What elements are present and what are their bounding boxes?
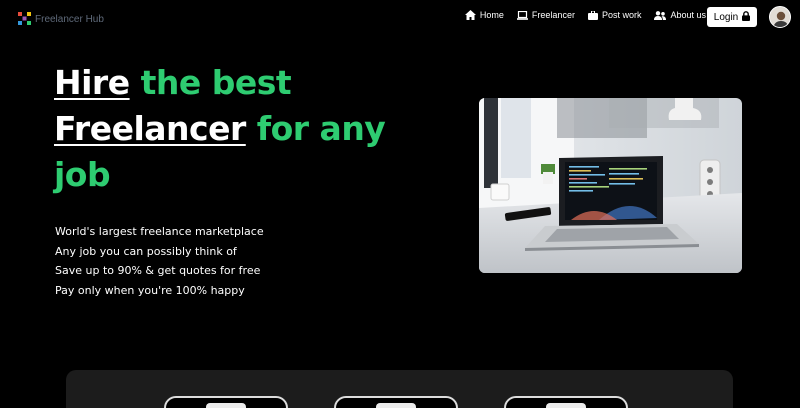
nav-post-work[interactable]: Post work	[587, 10, 642, 20]
laptop-icon	[516, 10, 528, 20]
nav-links: Home Freelancer Post work About us	[464, 10, 706, 20]
hero-title: Hire the best Freelancer for any job	[54, 60, 434, 198]
hero-title-text-1: the best	[129, 63, 292, 102]
card-image-placeholder	[206, 403, 246, 408]
lock-icon	[742, 10, 751, 24]
feature-card[interactable]	[164, 396, 288, 408]
users-icon	[654, 10, 667, 20]
card-image-placeholder	[546, 403, 586, 408]
nav-about-us[interactable]: About us	[654, 10, 706, 20]
login-button-label: Login	[713, 11, 739, 23]
nav-home[interactable]: Home	[464, 10, 504, 20]
login-button[interactable]: Login	[707, 7, 757, 27]
navbar: Freelancer Hub Home Freelancer Post work…	[0, 0, 800, 36]
nav-freelancer-label: Freelancer	[531, 10, 575, 20]
brand[interactable]: Freelancer Hub	[18, 10, 104, 29]
card-image-placeholder	[376, 403, 416, 408]
featured-section	[66, 370, 733, 408]
hero-benefit-line: Pay only when you're 100% happy	[55, 283, 245, 297]
brand-name: Freelancer Hub	[35, 14, 104, 25]
nav-post-work-label: Post work	[601, 10, 642, 20]
nav-home-label: Home	[479, 10, 504, 20]
hero-title-word-freelancer: Freelancer	[54, 109, 246, 148]
nav-freelancer[interactable]: Freelancer	[516, 10, 575, 20]
feature-card[interactable]	[504, 396, 628, 408]
home-icon	[464, 10, 476, 20]
hero-laptop-image	[479, 98, 742, 273]
hero-benefits: World's largest freelance marketplace An…	[55, 222, 315, 300]
nav-about-us-label: About us	[670, 10, 706, 20]
brand-logo-icon	[18, 10, 31, 29]
briefcase-icon	[587, 10, 598, 20]
hero-benefit-line: Any job you can possibly think of	[55, 244, 237, 258]
hero-title-word-hire: Hire	[54, 63, 130, 102]
user-avatar[interactable]	[769, 6, 791, 28]
hero-benefit-line: World's largest freelance marketplace	[55, 225, 264, 238]
hero-benefit-line: Save up to 90% & get quotes for free	[55, 264, 261, 277]
feature-card[interactable]	[334, 396, 458, 408]
